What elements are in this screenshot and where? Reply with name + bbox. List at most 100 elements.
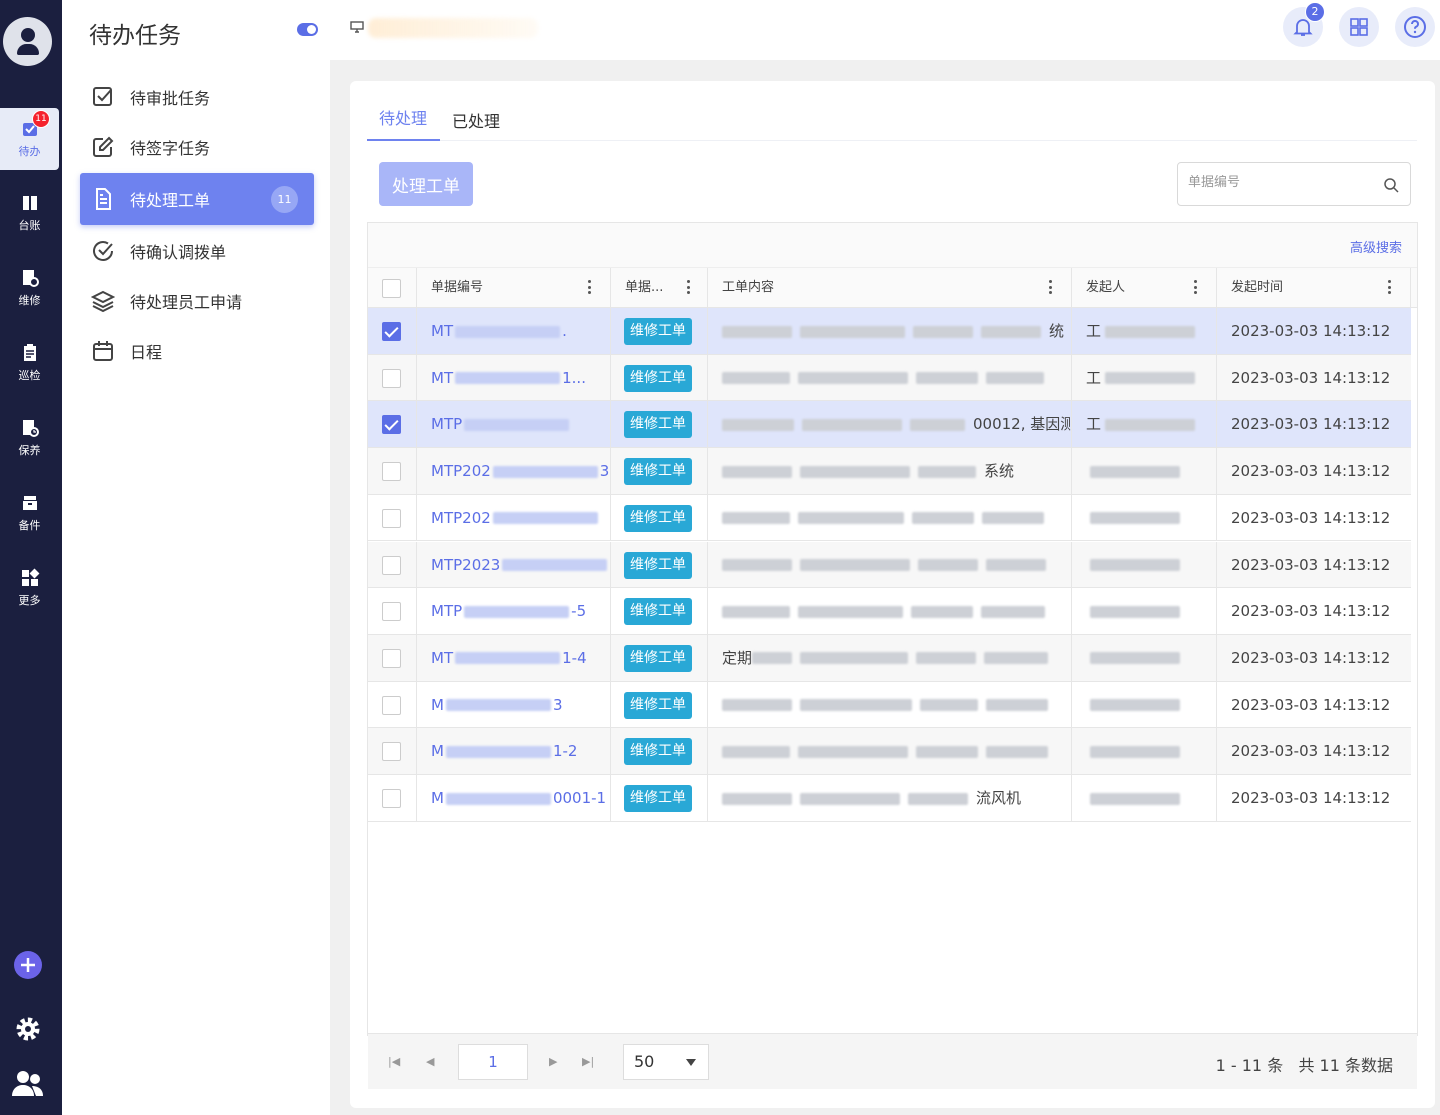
table-row[interactable]: MTP20231-6 维修工单 2023-03-03 14:13:12 bbox=[368, 541, 1411, 589]
redacted-text bbox=[1090, 465, 1180, 478]
first-page-icon[interactable]: |◀ bbox=[388, 1055, 400, 1068]
workorder-code[interactable]: MTP202 bbox=[417, 494, 611, 542]
nav-item-pending-signature[interactable]: 待签字任务 bbox=[80, 121, 314, 173]
table-row[interactable]: MT 1... 维修工单 工 2023-03-03 14:13:12 bbox=[368, 354, 1411, 402]
redacted-text bbox=[798, 372, 908, 385]
users-button[interactable] bbox=[0, 1068, 56, 1100]
add-button[interactable] bbox=[0, 950, 56, 980]
prev-page-icon[interactable]: ◀ bbox=[426, 1055, 434, 1068]
workorder-code[interactable]: MT 1... bbox=[417, 354, 611, 402]
rail-item-repair[interactable]: 维修 bbox=[0, 257, 59, 319]
redacted-text bbox=[722, 559, 792, 571]
help-button[interactable] bbox=[1395, 7, 1435, 47]
content-cell: 系统 bbox=[708, 448, 1072, 495]
nav-item-pending-transfer[interactable]: 待确认调拨单 bbox=[80, 225, 314, 277]
creator-cell bbox=[1072, 634, 1217, 682]
column-menu-icon[interactable] bbox=[1049, 280, 1053, 296]
nav-item-pending-employee-requests[interactable]: 待处理员工申请 bbox=[80, 275, 314, 327]
code-suffix: 3 bbox=[552, 695, 563, 714]
last-page-icon[interactable]: ▶| bbox=[582, 1055, 594, 1068]
redacted-text bbox=[986, 559, 1046, 571]
redacted-text bbox=[722, 325, 792, 338]
workorder-code[interactable]: MTP20231-6 bbox=[417, 541, 611, 589]
row-checkbox[interactable] bbox=[382, 415, 401, 435]
row-checkbox[interactable] bbox=[382, 508, 401, 528]
table-row[interactable]: M 3 维修工单 2023-03-03 14:13:12 bbox=[368, 681, 1411, 729]
main-card: 待处理 已处理 处理工单 高级搜索 单据编号 单据... 工单内容 bbox=[350, 81, 1435, 1108]
advanced-search-link[interactable]: 高级搜索 bbox=[1350, 237, 1402, 256]
type-cell: 维修工单 bbox=[611, 588, 708, 635]
nav-item-pending-approval[interactable]: 待审批任务 bbox=[80, 71, 314, 123]
row-checkbox[interactable] bbox=[382, 555, 401, 575]
rail-item-inspection[interactable]: 巡检 bbox=[0, 332, 59, 394]
notifications-button[interactable]: 2 bbox=[1283, 2, 1325, 47]
time-cell: 2023-03-03 14:13:12 bbox=[1231, 368, 1391, 387]
row-select-cell bbox=[368, 775, 417, 822]
rail-label: 待办 bbox=[18, 145, 41, 158]
rail-item-spare-parts[interactable]: 备件 bbox=[0, 482, 59, 544]
workorder-code[interactable]: MT 1-4 bbox=[417, 634, 611, 682]
type-cell: 维修工单 bbox=[611, 681, 708, 729]
apps-button[interactable] bbox=[1339, 7, 1379, 47]
tab-processed[interactable]: 已处理 bbox=[452, 108, 500, 132]
workorder-code[interactable]: MTP -5 bbox=[417, 588, 611, 635]
row-checkbox[interactable] bbox=[382, 322, 401, 341]
column-menu-icon[interactable] bbox=[588, 280, 592, 296]
nav-item-schedule[interactable]: 日程 bbox=[80, 325, 314, 377]
table-row[interactable]: MTP202 3 维修工单 系统 2023-03-03 14:13:12 bbox=[368, 448, 1411, 495]
subnav-toggle[interactable] bbox=[297, 23, 318, 36]
redacted-text bbox=[502, 559, 608, 571]
redacted-text bbox=[800, 652, 909, 665]
workorder-code[interactable]: MTP202 3 bbox=[417, 448, 611, 495]
search-icon[interactable] bbox=[1383, 177, 1399, 193]
table-row[interactable]: MT. 维修工单 统 工 2023-03-03 14:13:12 bbox=[368, 308, 1411, 355]
user-avatar[interactable] bbox=[3, 17, 52, 66]
type-tag: 维修工单 bbox=[624, 691, 692, 719]
tab-pending[interactable]: 待处理 bbox=[379, 105, 427, 129]
table-row[interactable]: M 1-2 维修工单 2023-03-03 14:13:12 bbox=[368, 728, 1411, 775]
row-checkbox[interactable] bbox=[382, 695, 401, 715]
creator-cell bbox=[1072, 494, 1217, 542]
row-checkbox[interactable] bbox=[382, 462, 401, 482]
rail-item-todo[interactable]: 待办 11 bbox=[0, 108, 59, 170]
redacted-text bbox=[802, 418, 902, 431]
column-menu-icon[interactable] bbox=[1194, 280, 1198, 296]
settings-button[interactable] bbox=[0, 1014, 56, 1044]
column-header-content[interactable]: 工单内容 bbox=[708, 268, 1072, 308]
table-row[interactable]: MTP -5 维修工单 2023-03-03 14:13:12 bbox=[368, 588, 1411, 635]
table-row[interactable]: MTP 维修工单 00012, 基因测序仪工 2023-03-03 14:13:12 bbox=[368, 401, 1411, 449]
process-workorder-button[interactable]: 处理工单 bbox=[379, 162, 473, 206]
column-header-type[interactable]: 单据... bbox=[611, 268, 708, 308]
rail-item-maintenance[interactable]: 保养 bbox=[0, 407, 59, 469]
workorder-grid: 高级搜索 单据编号 单据... 工单内容 发起人 发起时间 MT . 维修工单 … bbox=[367, 222, 1418, 1089]
select-all-checkbox[interactable] bbox=[382, 279, 401, 298]
workorder-code[interactable]: MTP bbox=[417, 401, 611, 449]
page-number-input[interactable]: 1 bbox=[458, 1044, 528, 1080]
column-header-code[interactable]: 单据编号 bbox=[417, 268, 611, 308]
row-checkbox[interactable] bbox=[382, 648, 401, 668]
next-page-icon[interactable]: ▶ bbox=[549, 1055, 557, 1068]
rail-item-more[interactable]: 更多 bbox=[0, 557, 59, 619]
workorder-code[interactable]: M 1-2 bbox=[417, 728, 611, 775]
search-input[interactable] bbox=[1188, 175, 1378, 190]
nav-item-pending-workorders[interactable]: 待处理工单 11 bbox=[80, 173, 314, 225]
column-menu-icon[interactable] bbox=[687, 280, 691, 296]
pager-info: 1 - 11 条 共 11 条数据 bbox=[1215, 1056, 1393, 1075]
column-header-time[interactable]: 发起时间 bbox=[1217, 268, 1411, 308]
redacted-text bbox=[800, 465, 910, 478]
row-checkbox[interactable] bbox=[382, 368, 401, 388]
column-menu-icon[interactable] bbox=[1388, 280, 1392, 296]
redacted-text bbox=[918, 559, 978, 571]
table-row[interactable]: MT 1-4 维修工单 定期 2023-03-03 14:13:12 bbox=[368, 634, 1411, 682]
table-row[interactable]: MTP202 维修工单 2023-03-03 14:13:12 bbox=[368, 494, 1411, 542]
row-checkbox[interactable] bbox=[382, 602, 401, 622]
table-row[interactable]: M 0001-1 维修工单 流风机 2023-03-03 14:13:12 bbox=[368, 775, 1411, 822]
workorder-code[interactable]: MT. bbox=[417, 308, 611, 355]
column-header-creator[interactable]: 发起人 bbox=[1072, 268, 1217, 308]
workorder-code[interactable]: M3 bbox=[417, 681, 611, 729]
row-checkbox[interactable] bbox=[382, 742, 401, 762]
row-checkbox[interactable] bbox=[382, 789, 401, 808]
rail-item-ledger[interactable]: 台账 bbox=[0, 182, 59, 244]
page-size-select[interactable]: 50 bbox=[623, 1044, 709, 1080]
workorder-code[interactable]: M 0001-1 bbox=[417, 775, 611, 822]
